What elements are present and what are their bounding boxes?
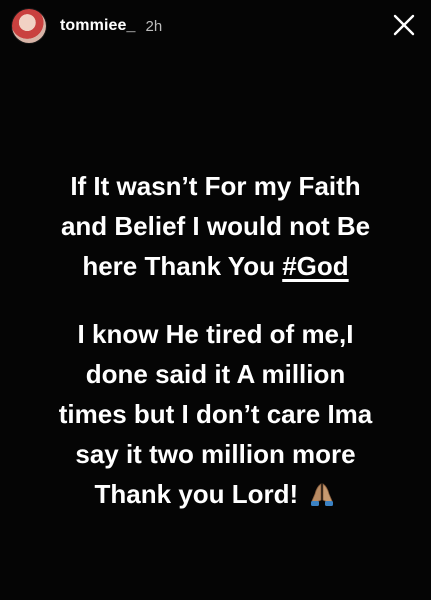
time-ago: 2h xyxy=(145,17,163,35)
caption-line: and Belief I would not Be xyxy=(60,211,371,241)
caption-line: Thank you Lord! xyxy=(18,474,413,519)
caption-line: done said it A million xyxy=(85,359,346,389)
caption-line-text: here Thank You xyxy=(82,251,275,281)
caption-paragraph-1: If It wasn’t For my Faith and Belief I w… xyxy=(18,166,413,286)
close-icon[interactable] xyxy=(393,14,415,36)
caption-paragraph-2: I know He tired of me,I done said it A m… xyxy=(18,314,413,519)
caption-line: I know He tired of me,I xyxy=(77,319,354,349)
story-screen: tommiee_ 2h If It wasn’t For my Faith an… xyxy=(0,0,431,600)
username[interactable]: tommiee_ xyxy=(60,17,136,35)
hashtag-link[interactable]: #God xyxy=(282,251,348,281)
caption-line: here Thank You #God xyxy=(18,246,413,286)
caption-line-text: Thank you Lord! xyxy=(94,479,299,509)
caption-line: If It wasn’t For my Faith xyxy=(70,171,361,201)
caption-line: say it two million more xyxy=(75,439,356,469)
praying-hands-icon xyxy=(308,479,336,519)
caption-line: times but I don’t care Ima xyxy=(58,399,373,429)
story-header: tommiee_ 2h xyxy=(12,8,162,44)
profile-avatar[interactable] xyxy=(12,9,46,43)
